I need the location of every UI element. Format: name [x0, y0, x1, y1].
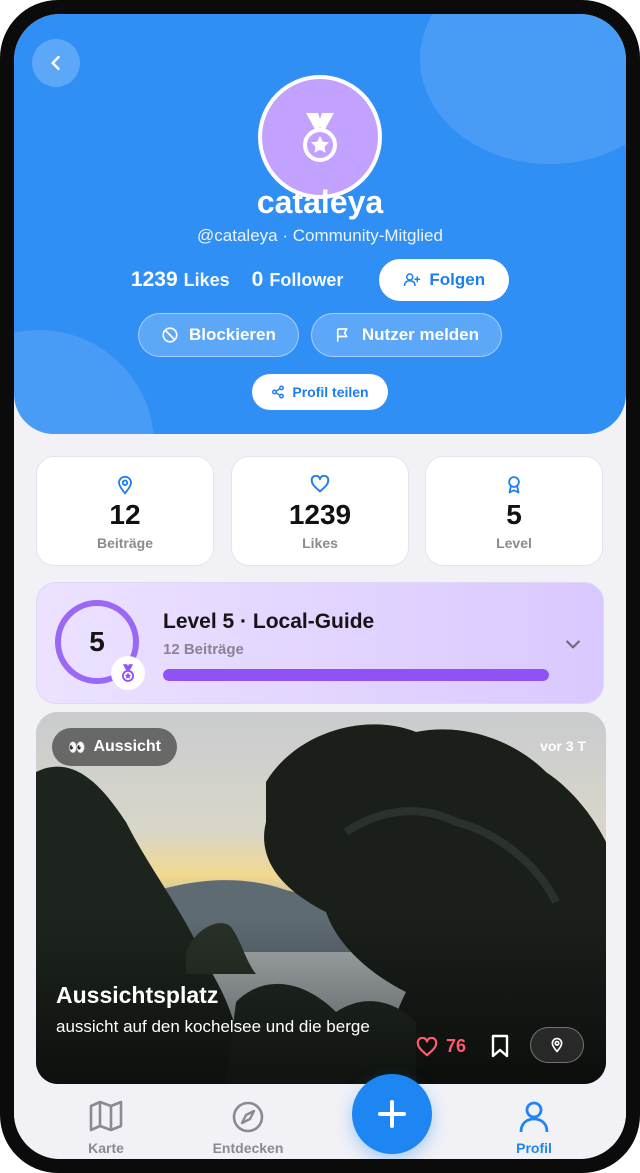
category-tag[interactable]: 👀 Aussicht — [52, 728, 178, 766]
share-icon — [272, 385, 285, 399]
medal-icon — [303, 113, 337, 162]
tab-label: Entdecken — [212, 1140, 284, 1156]
follow-button[interactable]: Folgen — [379, 259, 510, 301]
share-profile-button[interactable]: Profil teilen — [252, 374, 388, 410]
user-plus-icon — [404, 273, 421, 287]
stat-card-level[interactable]: 5 Level — [425, 456, 603, 566]
block-icon — [162, 327, 178, 343]
app-screen: cataleya @cataleya · Community-Mitglied … — [14, 14, 626, 1159]
stat-value: 12 — [109, 499, 141, 530]
category-label: Aussicht — [93, 738, 162, 755]
flag-icon — [336, 328, 348, 342]
like-button[interactable]: 76 — [416, 1036, 466, 1057]
report-button[interactable]: Nutzer melden — [310, 313, 503, 357]
heart-icon — [310, 475, 330, 493]
follow-label: Folgen — [429, 270, 486, 289]
map-pin-icon — [118, 475, 132, 495]
medal-icon — [122, 664, 134, 682]
post-title: Aussichtsplatz — [56, 982, 219, 1008]
eyes-icon: 👀 — [68, 738, 86, 755]
profile-username: cataleya — [256, 184, 384, 220]
level-badge — [111, 656, 145, 690]
level-progress-fill — [163, 669, 549, 681]
stat-label: Likes — [302, 535, 338, 551]
map-pin-icon — [551, 1037, 563, 1053]
profile-stats-row: 1239 Likes 0 Follower Folgen — [14, 258, 626, 302]
tab-label: Profil — [516, 1140, 552, 1156]
stat-label: Beiträge — [96, 535, 154, 551]
stat-value: 1239 — [288, 499, 352, 530]
level-progress-bar — [163, 669, 549, 681]
post-card[interactable]: 👀 Aussicht vor 3 T Aussichtsplatz aussic… — [36, 712, 606, 1084]
map-icon — [89, 1100, 123, 1132]
likes-count: 1239 — [130, 268, 178, 291]
award-icon — [508, 476, 520, 494]
followers-count: 0 — [251, 268, 264, 291]
followers-label: Follower — [269, 270, 344, 290]
likes-label: Likes — [183, 270, 230, 290]
decor-circle — [420, 14, 626, 164]
tab-bar: Karte Entdecken Profil — [14, 1088, 626, 1159]
block-button[interactable]: Blockieren — [137, 313, 299, 357]
show-location-button[interactable] — [530, 1027, 584, 1063]
block-label: Blockieren — [188, 325, 276, 344]
level-number: 5 — [89, 626, 105, 657]
chevron-left-icon — [51, 55, 60, 71]
level-subtitle: 12 Beiträge — [163, 641, 244, 658]
tab-karte[interactable]: Karte — [56, 1100, 156, 1156]
stat-card-posts[interactable]: 12 Beiträge — [36, 456, 214, 566]
user-icon — [519, 1101, 549, 1133]
level-card[interactable]: 5 Level 5 · Local-Guide 12 Beiträge — [36, 582, 604, 704]
device-frame: cataleya @cataleya · Community-Mitglied … — [0, 0, 640, 1173]
profile-handle: @cataleya · Community-Mitglied — [197, 226, 443, 245]
share-label: Profil teilen — [292, 384, 369, 400]
report-label: Nutzer melden — [361, 325, 480, 344]
avatar — [258, 75, 382, 199]
plus-icon — [378, 1100, 406, 1128]
post-time: vor 3 T — [540, 738, 586, 754]
tab-profil[interactable]: Profil — [484, 1100, 584, 1156]
stat-value: 5 — [506, 499, 522, 530]
compass-icon — [232, 1101, 264, 1133]
bookmark-icon[interactable] — [490, 1034, 510, 1058]
tab-entdecken[interactable]: Entdecken — [198, 1100, 298, 1156]
profile-actions: Blockieren Nutzer melden — [14, 313, 626, 357]
heart-icon — [416, 1036, 438, 1056]
profile-header: cataleya @cataleya · Community-Mitglied … — [14, 14, 626, 434]
followers-stat: 0 Follower — [252, 268, 344, 292]
back-button[interactable] — [32, 39, 80, 87]
create-post-button[interactable] — [352, 1074, 432, 1154]
chevron-down-icon[interactable] — [563, 634, 583, 654]
tab-label: Karte — [88, 1140, 124, 1156]
stat-label: Level — [496, 535, 532, 551]
stat-card-likes[interactable]: 1239 Likes — [231, 456, 409, 566]
post-description: aussicht auf den kochelsee und die berge — [56, 1017, 370, 1036]
likes-stat: 1239 Likes — [131, 268, 230, 292]
level-title: Level 5 · Local-Guide — [163, 610, 375, 633]
like-count: 76 — [446, 1036, 467, 1056]
